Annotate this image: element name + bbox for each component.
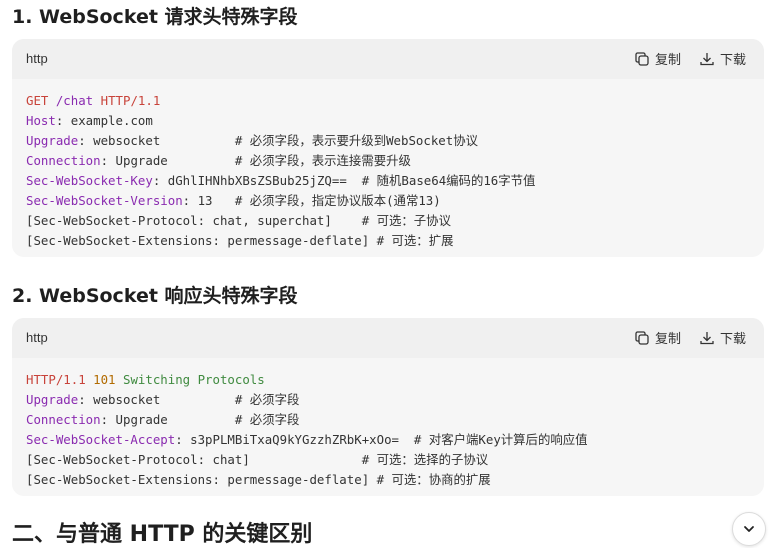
code-token: : s3pPLMBiTxaQ9kYGzzhZRbK+xOo= # 对客户端Key…: [175, 432, 588, 447]
copy-icon: [635, 330, 649, 345]
code-token: [Sec-WebSocket-Extensions: permessage-de…: [26, 472, 491, 487]
chevron-down-icon: [744, 526, 754, 532]
code-token: [Sec-WebSocket-Extensions: permessage-de…: [26, 233, 454, 248]
scroll-down-button[interactable]: [732, 512, 766, 546]
code-token: : Upgrade # 必须字段，表示连接需要升级: [100, 153, 411, 168]
code-token: Upgrade: [26, 133, 79, 148]
code-token: : example.com: [55, 113, 153, 128]
code-token: : 13 # 必须字段，指定协议版本(通常13): [182, 193, 441, 208]
code-token: : dGhlIHNhbXBsZSBub25jZQ== # 随机Base64编码的…: [152, 173, 536, 188]
copy-label: 复制: [654, 53, 681, 68]
code-token: Upgrade: [26, 392, 79, 407]
code-line: Host: example.com: [26, 111, 750, 131]
code-language-label: http: [26, 51, 48, 66]
code-content: GET /chat HTTP/1.1 Host: example.com Upgra…: [12, 79, 764, 257]
code-block-request: http 复制 下载 GET /chat HTTP/1.1 Host: examp…: [12, 39, 764, 257]
code-token: HTTP/1.1: [26, 372, 94, 387]
code-token: : websocket # 必须字段，表示要升级到WebSocket协议: [78, 133, 479, 148]
code-token: /chat: [55, 93, 94, 108]
copy-label: 复制: [654, 332, 681, 347]
code-block-header: http 复制 下载: [12, 39, 764, 79]
download-icon: [700, 52, 714, 65]
code-line: Connection: Upgrade # 必须字段: [26, 410, 750, 430]
code-token: Sec-WebSocket-Accept: [26, 432, 176, 447]
code-token: HTTP/1.1: [93, 93, 161, 108]
code-token: Connection: [26, 412, 101, 427]
code-token: Connection: [26, 153, 101, 168]
section-heading-differences: 二、与普通 HTTP 的关键区别: [12, 522, 313, 547]
code-token: : websocket # 必须字段: [78, 392, 300, 407]
copy-icon: [635, 51, 649, 66]
code-token: 101: [93, 372, 116, 387]
code-line: [Sec-WebSocket-Protocol: chat] # 可选：选择的子…: [26, 450, 750, 470]
section-heading-request: 1. WebSocket 请求头特殊字段: [12, 6, 298, 28]
code-line: Sec-WebSocket-Key: dGhlIHNhbXBsZSBub25jZ…: [26, 171, 750, 191]
code-token: Host: [26, 113, 56, 128]
code-token: GET: [26, 93, 56, 108]
code-token: Switching Protocols: [115, 372, 265, 387]
download-label: 下载: [719, 332, 746, 347]
code-line: Upgrade: websocket # 必须字段: [26, 390, 750, 410]
code-token: Sec-WebSocket-Version: [26, 193, 183, 208]
download-button[interactable]: 下载: [699, 49, 746, 68]
download-button[interactable]: 下载: [699, 328, 746, 347]
code-line: [Sec-WebSocket-Extensions: permessage-de…: [26, 470, 750, 490]
code-block-response: http 复制 下载 HTTP/1.1 101 Switching Protoc…: [12, 318, 764, 496]
code-token: [Sec-WebSocket-Protocol: chat] # 可选：选择的子…: [26, 452, 489, 467]
code-language-label: http: [26, 330, 48, 345]
copy-button[interactable]: 复制: [634, 49, 681, 68]
code-line: Sec-WebSocket-Accept: s3pPLMBiTxaQ9kYGzz…: [26, 430, 750, 450]
download-label: 下载: [719, 53, 746, 68]
code-block-header: http 复制 下载: [12, 318, 764, 358]
code-line: Connection: Upgrade # 必须字段，表示连接需要升级: [26, 151, 750, 171]
code-line: [Sec-WebSocket-Protocol: chat, superchat…: [26, 211, 750, 231]
code-token: : Upgrade # 必须字段: [100, 412, 300, 427]
code-token: Sec-WebSocket-Key: [26, 173, 153, 188]
code-line: HTTP/1.1 101 Switching Protocols: [26, 370, 750, 390]
code-line: GET /chat HTTP/1.1: [26, 91, 750, 111]
code-token: [Sec-WebSocket-Protocol: chat, superchat…: [26, 213, 451, 228]
code-content: HTTP/1.1 101 Switching Protocols Upgrade:…: [12, 358, 764, 496]
download-icon: [700, 331, 714, 344]
section-heading-response: 2. WebSocket 响应头特殊字段: [12, 285, 298, 307]
code-line: Upgrade: websocket # 必须字段，表示要升级到WebSocke…: [26, 131, 750, 151]
code-line: [Sec-WebSocket-Extensions: permessage-de…: [26, 231, 750, 251]
code-line: Sec-WebSocket-Version: 13 # 必须字段，指定协议版本(…: [26, 191, 750, 211]
copy-button[interactable]: 复制: [634, 328, 681, 347]
